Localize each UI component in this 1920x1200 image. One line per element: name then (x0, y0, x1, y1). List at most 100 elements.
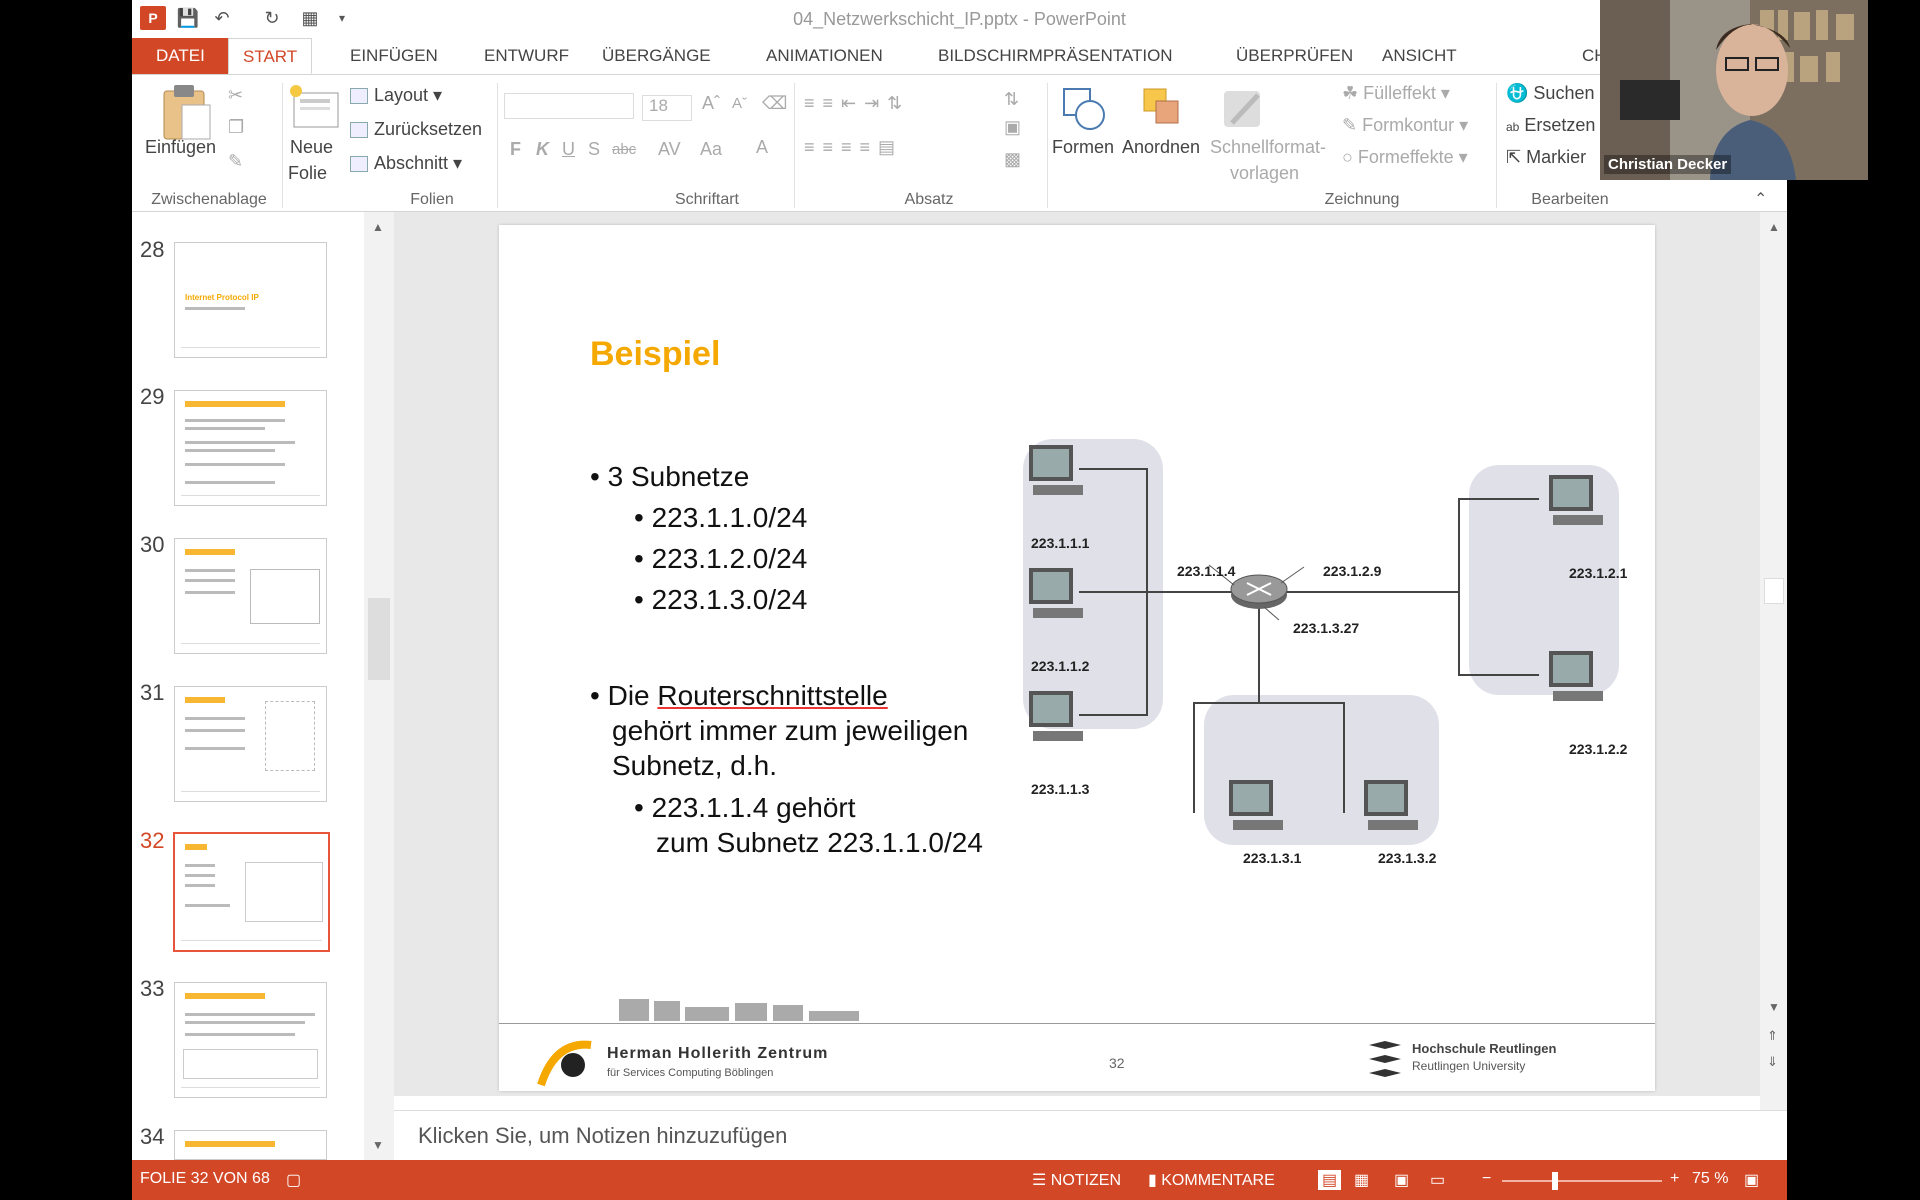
slide-title[interactable]: Beispiel (590, 335, 720, 374)
bold-button[interactable]: F (510, 139, 521, 160)
new-slide-button[interactable]: Neue (290, 137, 333, 158)
tab-transitions[interactable]: ÜBERGÄNGE (588, 38, 725, 74)
layout-button[interactable]: Layout ▾ (350, 85, 442, 106)
sub-bullet-text: 223.1.1.0/24 (651, 502, 808, 533)
scroll-up-icon[interactable]: ▲ (1768, 220, 1780, 234)
editing-group-label: Bearbeiten (1531, 191, 1609, 208)
tab-file[interactable]: DATEI (132, 38, 229, 74)
zoom-slider[interactable] (1502, 1180, 1662, 1182)
quick-styles-button-line2[interactable]: vorlagen (1230, 163, 1299, 184)
shape-outline-button[interactable]: ✎ Formkontur ▾ (1342, 115, 1468, 136)
notes-toggle-button[interactable]: ☰ NOTIZEN (1032, 1170, 1121, 1190)
shadow-button[interactable]: S (588, 139, 600, 160)
reading-view-icon[interactable]: ▣ (1394, 1170, 1409, 1190)
zoom-slider-handle[interactable] (1552, 1172, 1558, 1190)
font-name-field[interactable] (504, 93, 634, 119)
tab-view[interactable]: ANSICHT (1368, 38, 1471, 74)
slide-sorter-icon[interactable]: ▦ (1354, 1170, 1369, 1190)
zoom-in-icon[interactable]: + (1670, 1170, 1679, 1188)
smartart-icon[interactable]: ▩ (1004, 149, 1021, 170)
copy-icon[interactable]: ❐ (228, 117, 244, 138)
thumb-number: 32 (140, 828, 165, 853)
char-spacing-button[interactable]: AV (658, 139, 681, 160)
align-text-icon[interactable]: ▣ (1004, 117, 1021, 138)
slide-thumbnail-31[interactable] (174, 686, 327, 802)
host-label: 223.1.3.2 (1378, 850, 1437, 866)
previous-slide-icon[interactable]: ⇑ (1767, 1028, 1778, 1044)
slideshow-view-icon[interactable]: ▭ (1430, 1170, 1445, 1190)
slide-thumbnail-28[interactable]: Internet Protocol IP (174, 242, 327, 358)
spellcheck-icon[interactable]: ▢ (286, 1170, 301, 1190)
slide-thumbnail-32-selected[interactable] (173, 832, 330, 952)
section-button[interactable]: Abschnitt ▾ (350, 153, 462, 174)
select-button[interactable]: ⇱ Markier (1506, 147, 1586, 168)
slide-thumbnail-30[interactable] (174, 538, 327, 654)
quick-styles-icon[interactable] (1218, 83, 1268, 133)
find-label: Suchen (1533, 83, 1595, 103)
tab-insert[interactable]: EINFÜGEN (336, 38, 452, 74)
find-button[interactable]: ⛎ Suchen (1506, 83, 1594, 104)
thumbnail-scrollbar[interactable]: ▲ ▼ (364, 212, 394, 1160)
shapes-button[interactable]: Formen (1052, 137, 1114, 158)
next-slide-icon[interactable]: ⇓ (1767, 1054, 1778, 1070)
scroll-down-icon[interactable]: ▼ (372, 1138, 384, 1152)
tab-animations[interactable]: ANIMATIONEN (752, 38, 897, 74)
new-slide-button-line2[interactable]: Folie (288, 163, 327, 184)
tab-review[interactable]: ÜBERPRÜFEN (1222, 38, 1367, 74)
reset-button[interactable]: Zurücksetzen (350, 119, 482, 140)
section-icon (350, 156, 368, 173)
zoom-level[interactable]: 75 % (1692, 1170, 1728, 1188)
thumb-number: 30 (140, 532, 165, 557)
tab-start[interactable]: START (228, 38, 313, 74)
scroll-thumb[interactable] (1764, 578, 1784, 604)
divider (282, 83, 283, 208)
cut-icon[interactable]: ✂ (228, 85, 243, 106)
shape-effects-button[interactable]: ○ Formeffekte ▾ (1342, 147, 1468, 168)
collapse-ribbon-icon[interactable]: ⌃ (1754, 189, 1767, 209)
paste-icon[interactable] (160, 81, 212, 143)
normal-view-icon[interactable]: ▤ (1318, 1170, 1342, 1190)
underline-button[interactable]: U (562, 139, 575, 160)
fit-slide-icon[interactable]: ▣ (1744, 1170, 1759, 1190)
shrink-font-icon[interactable]: Aˇ (732, 95, 747, 112)
notes-pane[interactable]: Klicken Sie, um Notizen hinzuzufügen (394, 1110, 1787, 1160)
window-title: 04_Netzwerkschicht_IP.pptx - PowerPoint (793, 9, 1126, 29)
bullet-item: • Die Routerschnittstelle (590, 680, 888, 711)
slide-thumbnail-29[interactable] (174, 390, 327, 506)
thumb-title: Internet Protocol IP (185, 293, 259, 302)
font-size-field[interactable]: 18 (642, 95, 692, 121)
clear-format-icon[interactable]: ⌫ (762, 93, 787, 114)
list-buttons-icon[interactable]: ≡≡⇤⇥⇅ (804, 93, 910, 114)
change-case-button[interactable]: Aa (700, 139, 722, 160)
arrange-button[interactable]: Anordnen (1122, 137, 1200, 158)
tab-slideshow[interactable]: BILDSCHIRMPRÄSENTATION (924, 38, 1187, 74)
strikethrough-button[interactable]: abc (612, 141, 636, 158)
webcam-video-feed (1600, 0, 1868, 180)
paste-button[interactable]: Einfügen (145, 137, 216, 158)
comments-toggle-button[interactable]: ▮ KOMMENTARE (1148, 1170, 1275, 1190)
scroll-down-icon[interactable]: ▼ (1768, 1000, 1780, 1014)
slide-vertical-scrollbar[interactable]: ▲ ▼ ⇑ ⇓ (1760, 212, 1787, 1110)
thumb-title-bar (185, 401, 285, 407)
italic-button[interactable]: K (536, 139, 549, 160)
new-slide-icon[interactable] (288, 83, 342, 133)
format-painter-icon[interactable]: ✎ (228, 151, 243, 172)
bullet-text-line: Subnetz, d.h. (612, 750, 778, 781)
slide-canvas[interactable]: Beispiel • 3 Subnetze • 223.1.1.0/24 • 2… (499, 225, 1655, 1091)
quick-styles-button[interactable]: Schnellformat- (1210, 137, 1326, 158)
zoom-out-icon[interactable]: − (1482, 1170, 1491, 1188)
scroll-thumb[interactable] (368, 598, 390, 680)
notes-placeholder[interactable]: Klicken Sie, um Notizen hinzuzufügen (418, 1123, 787, 1149)
align-buttons-icon[interactable]: ≡≡≡≡▤ (804, 137, 903, 158)
slide-thumbnail-33[interactable] (174, 982, 327, 1098)
replace-button[interactable]: ab Ersetzen (1506, 115, 1595, 136)
text-direction-icon[interactable]: ⇅ (1004, 89, 1019, 110)
shapes-icon[interactable] (1058, 83, 1108, 133)
scroll-up-icon[interactable]: ▲ (372, 220, 384, 234)
grow-font-icon[interactable]: Aˆ (702, 93, 720, 114)
shape-fill-button[interactable]: ☘ Fülleffekt ▾ (1342, 83, 1450, 104)
font-color-icon[interactable]: A (756, 137, 768, 158)
slide-thumbnail-34[interactable] (174, 1130, 327, 1160)
arrange-icon[interactable] (1138, 83, 1188, 133)
tab-design[interactable]: ENTWURF (470, 38, 583, 74)
